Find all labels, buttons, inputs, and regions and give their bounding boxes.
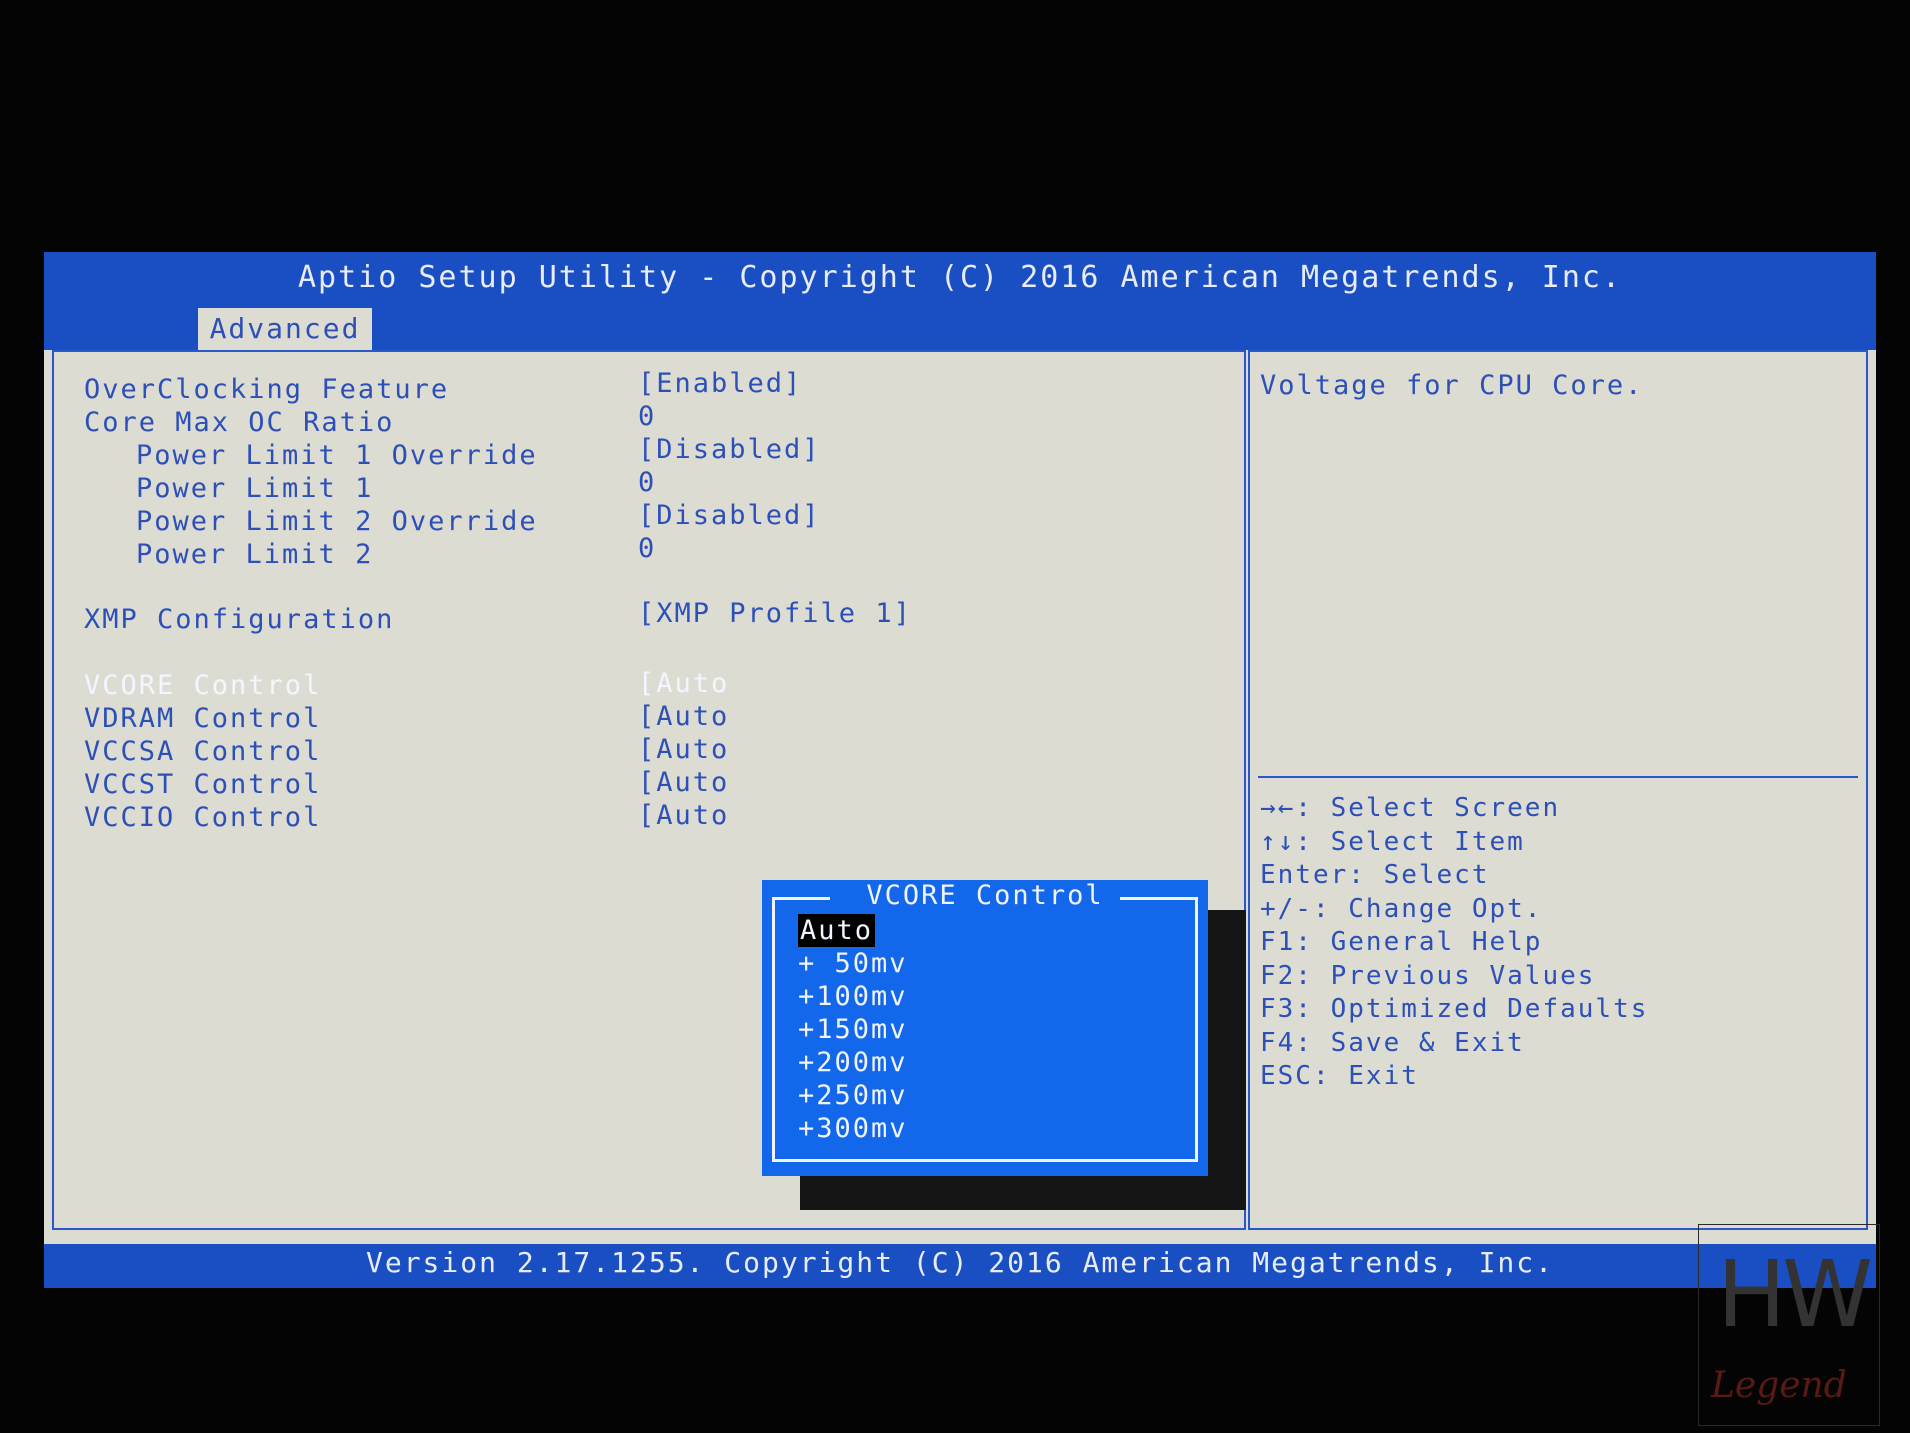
key-exit: ESC: Exit (1260, 1061, 1419, 1091)
watermark-logo: HW Legend (1698, 1224, 1880, 1426)
popup-option-250mv[interactable]: +250mv (798, 1079, 908, 1112)
setting-label: VDRAM Control (84, 703, 322, 734)
setting-value: [Disabled] (638, 434, 821, 465)
bios-screen: Aptio Setup Utility - Copyright (C) 2016… (44, 252, 1876, 1288)
help-divider (1258, 776, 1858, 778)
title-bar: Aptio Setup Utility - Copyright (C) 2016… (44, 252, 1876, 350)
setting-label: OverClocking Feature (84, 374, 450, 405)
setting-value: [Disabled] (638, 500, 821, 531)
setting-value: [Auto (638, 668, 730, 699)
setting-power-limit-2[interactable]: Power Limit 2 0 (54, 533, 1244, 571)
popup-option-50mv[interactable]: + 50mv (798, 947, 908, 980)
setting-vdram-control[interactable]: VDRAM Control [Auto (54, 701, 1244, 735)
setting-value: [XMP Profile 1] (638, 598, 912, 629)
popup-option-300mv[interactable]: +300mv (798, 1112, 908, 1145)
setting-value: 0 (638, 401, 657, 432)
status-bar: Version 2.17.1255. Copyright (C) 2016 Am… (44, 1244, 1876, 1288)
setting-xmp-configuration[interactable]: XMP Configuration [XMP Profile 1] (54, 598, 1244, 636)
key-legend: →←: Select Screen ↑↓: Select Item Enter:… (1260, 792, 1648, 1094)
setting-vccsa-control[interactable]: VCCSA Control [Auto (54, 734, 1244, 768)
setting-label: VCCIO Control (84, 802, 322, 833)
setting-label: Core Max OC Ratio (84, 407, 395, 438)
setting-value: [Enabled] (638, 368, 803, 399)
setting-label: VCCST Control (84, 769, 322, 800)
key-enter-select: Enter: Select (1260, 860, 1490, 890)
key-change-opt: +/-: Change Opt. (1260, 893, 1543, 924)
key-select-screen: →←: Select Screen (1260, 793, 1561, 823)
watermark-legend: Legend (1711, 1365, 1847, 1406)
key-select-item: ↑↓: Select Item (1260, 826, 1525, 857)
setting-vccio-control[interactable]: VCCIO Control [Auto (54, 800, 1244, 834)
popup-option-150mv[interactable]: +150mv (798, 1013, 908, 1046)
popup-option-100mv[interactable]: +100mv (798, 980, 908, 1013)
popup-option-list: Auto + 50mv +100mv +150mv +200mv +250mv … (798, 914, 908, 1145)
setting-label: VCORE Control (84, 670, 322, 701)
vcore-control-popup[interactable]: VCORE Control Auto + 50mv +100mv +150mv … (762, 880, 1208, 1176)
key-save-exit: F4: Save & Exit (1260, 1027, 1525, 1058)
tab-advanced[interactable]: Advanced (198, 308, 372, 350)
setting-vccst-control[interactable]: VCCST Control [Auto (54, 767, 1244, 801)
setting-label: Power Limit 1 Override (136, 440, 538, 471)
setting-value: [Auto (638, 701, 730, 732)
setting-value: 0 (638, 467, 657, 498)
key-general-help: F1: General Help (1260, 927, 1543, 957)
setting-label: Power Limit 2 Override (136, 506, 538, 537)
setting-value: [Auto (638, 767, 730, 798)
key-optimized-defaults: F3: Optimized Defaults (1260, 994, 1649, 1024)
popup-option-200mv[interactable]: +200mv (798, 1046, 908, 1079)
help-pane: Voltage for CPU Core. →←: Select Screen … (1248, 350, 1868, 1230)
key-previous-values: F2: Previous Values (1260, 960, 1596, 991)
watermark-hw: HW (1717, 1241, 1873, 1348)
setting-value: [Auto (638, 800, 730, 831)
popup-option-auto[interactable]: Auto (798, 914, 876, 947)
setting-label: VCCSA Control (84, 736, 322, 767)
setting-label: Power Limit 1 (136, 473, 374, 504)
setting-value: 0 (638, 533, 657, 564)
version-text: Version 2.17.1255. Copyright (C) 2016 Am… (365, 1246, 1555, 1279)
setting-label: Power Limit 2 (136, 539, 374, 570)
help-description: Voltage for CPU Core. (1260, 370, 1644, 401)
setting-label: XMP Configuration (84, 604, 395, 635)
popup-title: VCORE Control (866, 880, 1104, 911)
utility-title: Aptio Setup Utility - Copyright (C) 2016… (297, 260, 1623, 295)
setting-vcore-control[interactable]: VCORE Control [Auto (54, 668, 1244, 702)
setting-value: [Auto (638, 734, 730, 765)
